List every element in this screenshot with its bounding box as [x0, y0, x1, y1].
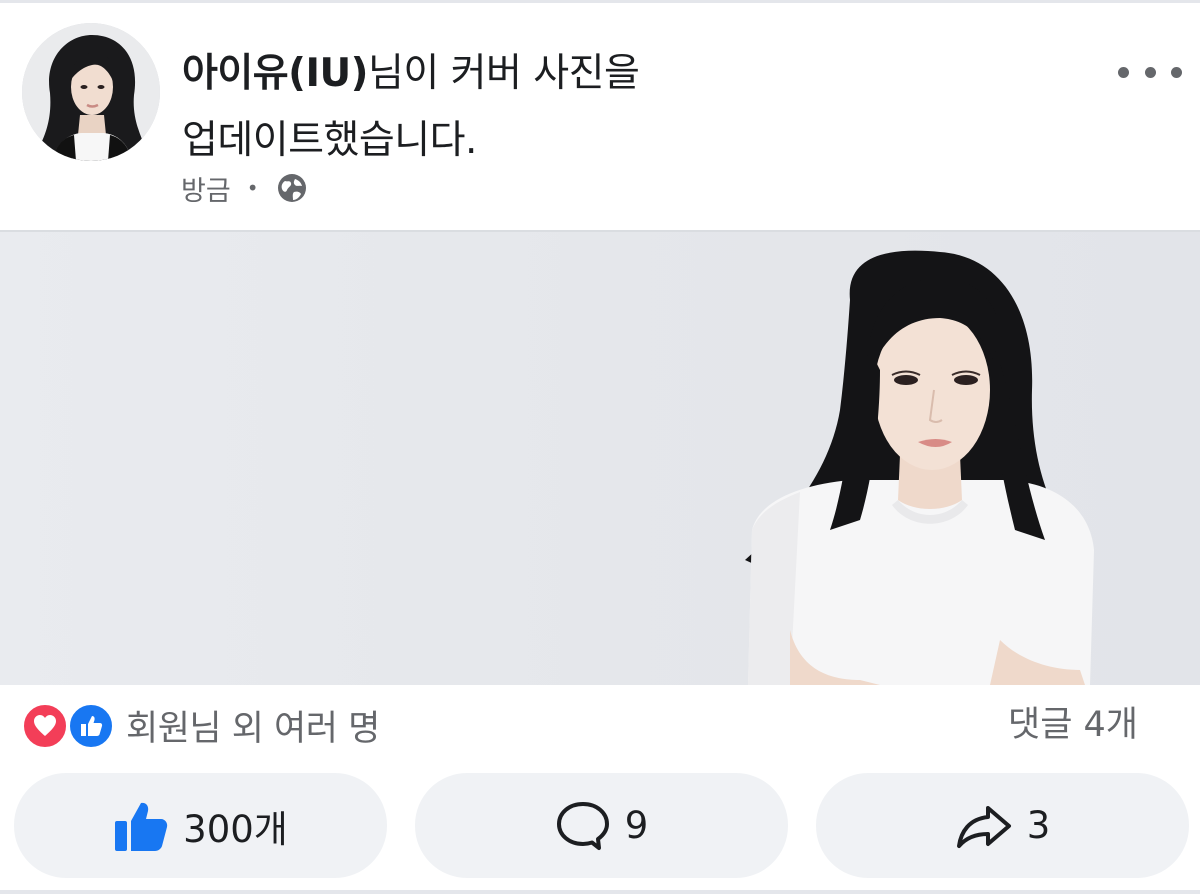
action-text-line1: 님이 커버 사진을: [367, 51, 640, 96]
comment-count: 9: [624, 804, 649, 847]
more-dot: [1171, 66, 1182, 78]
like-count: 300개: [183, 807, 288, 851]
comment-button[interactable]: 9: [415, 773, 788, 878]
reaction-icons: [22, 701, 118, 749]
author-name[interactable]: 아이유(IU): [182, 51, 368, 96]
action-bar: 300개 9 3: [14, 773, 1189, 878]
post-headline: 아이유(IU)님이 커버 사진을 업데이트했습니다.: [182, 40, 1002, 174]
cover-photo[interactable]: [0, 230, 1200, 685]
share-arrow-icon: [955, 802, 1013, 850]
post-meta: 방금 •: [181, 168, 308, 208]
more-dot: [1144, 66, 1156, 78]
more-options-icon[interactable]: [1118, 54, 1182, 90]
love-reaction-icon: [22, 703, 68, 749]
comments-count[interactable]: 댓글 4개: [1008, 700, 1138, 750]
bottom-divider: [0, 890, 1200, 894]
comment-bubble-icon: [555, 800, 611, 852]
share-count: 3: [1026, 804, 1051, 847]
globe-icon[interactable]: [276, 172, 308, 204]
top-divider: [0, 0, 1200, 3]
like-button[interactable]: 300개: [14, 773, 387, 878]
meta-separator: •: [246, 176, 259, 200]
more-dot: [1118, 66, 1129, 78]
thumbs-up-icon: [113, 799, 169, 853]
action-text-line2: 업데이트했습니다.: [182, 118, 477, 163]
post-timestamp[interactable]: 방금: [181, 169, 231, 208]
reaction-summary-text: 회원님 외 여러 명: [126, 708, 380, 749]
like-reaction-icon: [68, 703, 114, 749]
feed-post: 아이유(IU)님이 커버 사진을 업데이트했습니다. 방금 • 회원님 외 여러…: [0, 0, 1200, 894]
reaction-summary[interactable]: 회원님 외 여러 명: [22, 700, 380, 750]
share-button[interactable]: 3: [816, 773, 1189, 878]
author-avatar[interactable]: [22, 23, 160, 161]
